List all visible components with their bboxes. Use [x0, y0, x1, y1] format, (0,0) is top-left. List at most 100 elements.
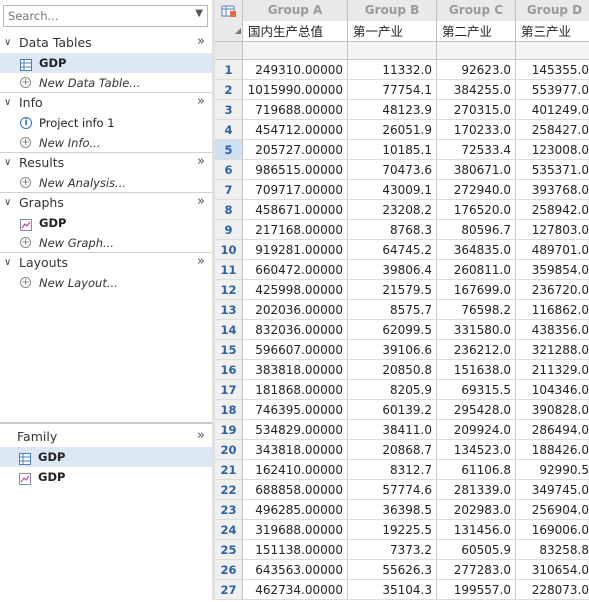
chevron-down-icon[interactable]: ∨ — [4, 253, 11, 273]
sidebar-item[interactable]: GDP — [0, 213, 212, 233]
table-cell[interactable]: 321288.0 — [516, 340, 589, 360]
table-cell[interactable]: 236212.0 — [437, 340, 516, 360]
table-cell[interactable]: 169006.0 — [516, 520, 589, 540]
table-cell[interactable]: 39106.6 — [348, 340, 437, 360]
table-cell[interactable]: 131456.0 — [437, 520, 516, 540]
table-cell[interactable]: 534829.00000 — [243, 420, 348, 440]
table-cell[interactable]: 199557.0 — [437, 580, 516, 600]
table-cell[interactable]: 205727.00000 — [243, 140, 348, 160]
table-cell[interactable]: 228073.0 — [516, 580, 589, 600]
row-number[interactable]: 23 — [215, 500, 243, 520]
table-cell[interactable]: 919281.00000 — [243, 240, 348, 260]
table-cell[interactable]: 8575.7 — [348, 300, 437, 320]
table-cell[interactable]: 258942.0 — [516, 200, 589, 220]
table-cell[interactable]: 270315.0 — [437, 100, 516, 120]
table-cell[interactable]: 709717.00000 — [243, 180, 348, 200]
row-number[interactable]: 13 — [215, 300, 243, 320]
table-cell[interactable]: 986515.00000 — [243, 160, 348, 180]
expand-icon[interactable]: » — [197, 152, 205, 172]
table-cell[interactable]: 10185.1 — [348, 140, 437, 160]
table-cell[interactable]: 83258.8 — [516, 540, 589, 560]
table-cell[interactable]: 21579.5 — [348, 280, 437, 300]
table-cell[interactable]: 57774.6 — [348, 480, 437, 500]
column-title[interactable]: 第二产业 — [437, 21, 516, 42]
table-cell[interactable]: 77754.1 — [348, 80, 437, 100]
row-number[interactable]: 25 — [215, 540, 243, 560]
table-cell[interactable]: 202036.00000 — [243, 300, 348, 320]
row-number[interactable]: 11 — [215, 260, 243, 280]
table-cell[interactable]: 92990.5 — [516, 460, 589, 480]
table-cell[interactable]: 92623.0 — [437, 60, 516, 80]
table-cell[interactable]: 70473.6 — [348, 160, 437, 180]
expand-icon[interactable]: » — [197, 426, 205, 446]
table-cell[interactable]: 596607.00000 — [243, 340, 348, 360]
table-cell[interactable]: 390828.0 — [516, 400, 589, 420]
table-cell[interactable]: 8768.3 — [348, 220, 437, 240]
table-cell[interactable]: 489701.0 — [516, 240, 589, 260]
table-cell[interactable]: 39806.4 — [348, 260, 437, 280]
table-cell[interactable]: 553977.0 — [516, 80, 589, 100]
table-cell[interactable]: 188426.0 — [516, 440, 589, 460]
search-input[interactable] — [4, 6, 192, 26]
row-number[interactable]: 10 — [215, 240, 243, 260]
column-title[interactable]: 国内生产总值 — [243, 21, 348, 42]
column-title[interactable]: 第一产业 — [348, 21, 437, 42]
section-header[interactable]: ∨ Layouts » — [0, 253, 212, 273]
column-header-group[interactable]: Group A — [243, 0, 348, 21]
search-box[interactable]: ▼ — [3, 5, 208, 27]
table-cell[interactable]: 55626.3 — [348, 560, 437, 580]
sidebar-item[interactable]: + New Layout... — [0, 273, 212, 293]
table-cell[interactable]: 60505.9 — [437, 540, 516, 560]
table-cell[interactable]: 170233.0 — [437, 120, 516, 140]
table-cell[interactable]: 364835.0 — [437, 240, 516, 260]
sidebar-item[interactable]: i Project info 1 — [0, 113, 212, 133]
sidebar-item[interactable]: + New Info... — [0, 133, 212, 153]
table-cell[interactable]: 383818.00000 — [243, 360, 348, 380]
row-number[interactable]: 26 — [215, 560, 243, 580]
table-cell[interactable]: 61106.8 — [437, 460, 516, 480]
section-header[interactable]: ∨ Data Tables » — [0, 33, 212, 53]
table-cell[interactable]: 260811.0 — [437, 260, 516, 280]
table-cell[interactable]: 127803.0 — [516, 220, 589, 240]
table-cell[interactable]: 167699.0 — [437, 280, 516, 300]
table-cell[interactable]: 496285.00000 — [243, 500, 348, 520]
expand-icon[interactable]: » — [197, 192, 205, 212]
table-cell[interactable]: 643563.00000 — [243, 560, 348, 580]
table-cell[interactable]: 48123.9 — [348, 100, 437, 120]
expand-icon[interactable]: » — [197, 92, 205, 112]
table-cell[interactable]: 123008.0 — [516, 140, 589, 160]
table-cell[interactable]: 380671.0 — [437, 160, 516, 180]
table-cell[interactable]: 116862.0 — [516, 300, 589, 320]
row-number[interactable]: 20 — [215, 440, 243, 460]
row-number[interactable]: 14 — [215, 320, 243, 340]
table-cell[interactable]: 746395.00000 — [243, 400, 348, 420]
table-cell[interactable]: 60139.2 — [348, 400, 437, 420]
table-cell[interactable]: 62099.5 — [348, 320, 437, 340]
section-header[interactable]: ∨ Results » — [0, 153, 212, 173]
row-number[interactable]: 27 — [215, 580, 243, 600]
table-cell[interactable]: 7373.2 — [348, 540, 437, 560]
table-cell[interactable]: 19225.5 — [348, 520, 437, 540]
chevron-down-icon[interactable]: ∨ — [4, 153, 11, 173]
table-cell[interactable]: 249310.00000 — [243, 60, 348, 80]
table-cell[interactable]: 36398.5 — [348, 500, 437, 520]
column-subheader-cell[interactable] — [243, 42, 348, 60]
family-item[interactable]: GDP — [0, 467, 212, 487]
table-cell[interactable]: 1015990.00000 — [243, 80, 348, 100]
table-cell[interactable]: 343818.00000 — [243, 440, 348, 460]
chevron-down-icon[interactable]: ∨ — [4, 193, 11, 213]
table-corner-icon[interactable] — [215, 0, 243, 42]
table-cell[interactable]: 660472.00000 — [243, 260, 348, 280]
row-number[interactable]: 3 — [215, 100, 243, 120]
table-cell[interactable]: 181868.00000 — [243, 380, 348, 400]
table-cell[interactable]: 72533.4 — [437, 140, 516, 160]
table-cell[interactable]: 359854.0 — [516, 260, 589, 280]
section-header[interactable]: ∨ Info » — [0, 93, 212, 113]
table-cell[interactable]: 331580.0 — [437, 320, 516, 340]
table-cell[interactable]: 349745.0 — [516, 480, 589, 500]
table-cell[interactable]: 535371.0 — [516, 160, 589, 180]
expand-icon[interactable]: » — [197, 252, 205, 272]
table-cell[interactable]: 217168.00000 — [243, 220, 348, 240]
table-cell[interactable]: 256904.0 — [516, 500, 589, 520]
table-cell[interactable]: 8312.7 — [348, 460, 437, 480]
